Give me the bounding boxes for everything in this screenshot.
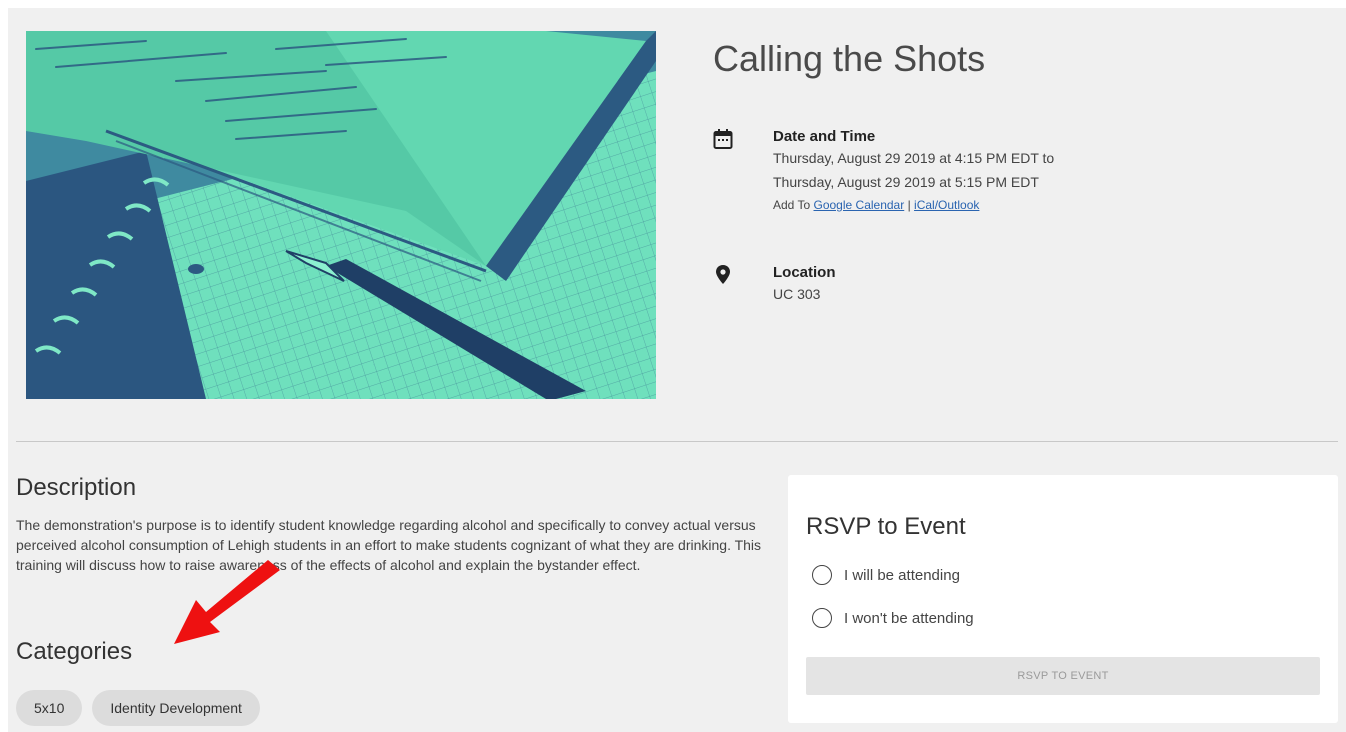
location-heading: Location bbox=[773, 264, 836, 281]
description-text: The demonstration's purpose is to identi… bbox=[16, 517, 762, 573]
categories-heading: Categories bbox=[16, 638, 133, 665]
rsvp-title: RSVP to Event bbox=[806, 513, 966, 540]
google-calendar-link[interactable]: Google Calendar bbox=[814, 198, 905, 212]
location-body: Location UC 303 bbox=[773, 264, 1273, 306]
category-tag-5x10[interactable]: 5x10 bbox=[16, 690, 83, 726]
event-cover-image bbox=[26, 31, 656, 399]
section-divider bbox=[16, 441, 1338, 442]
category-tag-identity-development[interactable]: Identity Development bbox=[92, 690, 260, 726]
notebook-illustration bbox=[26, 31, 656, 399]
rsvp-card: RSVP to Event I will be attending I won'… bbox=[788, 475, 1338, 723]
rsvp-option-attending[interactable]: I will be attending bbox=[812, 565, 960, 585]
attending-label: I will be attending bbox=[844, 566, 960, 584]
rsvp-submit-button[interactable]: RSVP TO EVENT bbox=[806, 657, 1320, 695]
add-to-label: Add To bbox=[773, 198, 811, 212]
add-to-calendar: Add To Google Calendar | iCal/Outlook bbox=[773, 198, 1273, 212]
ical-outlook-link[interactable]: iCal/Outlook bbox=[914, 198, 979, 212]
map-pin-icon bbox=[716, 265, 730, 284]
not-attending-label: I won't be attending bbox=[844, 609, 974, 627]
event-page: Calling the Shots Date and Time Thursday… bbox=[8, 8, 1346, 732]
end-time: Thursday, August 29 2019 at 5:15 PM EDT bbox=[773, 174, 1039, 190]
red-arrow-annotation bbox=[174, 560, 280, 644]
description-heading: Description bbox=[16, 474, 137, 501]
rsvp-option-not-attending[interactable]: I won't be attending bbox=[812, 608, 974, 628]
calendar-icon bbox=[713, 129, 733, 149]
location-value: UC 303 bbox=[773, 286, 821, 302]
not-attending-radio[interactable] bbox=[812, 608, 832, 628]
link-separator: | bbox=[907, 198, 911, 212]
start-time: Thursday, August 29 2019 at 4:15 PM EDT … bbox=[773, 150, 1055, 166]
category-list: 5x10 Identity Development bbox=[16, 690, 260, 726]
event-title: Calling the Shots bbox=[713, 38, 986, 79]
date-time-body: Date and Time Thursday, August 29 2019 a… bbox=[773, 128, 1273, 212]
date-time-heading: Date and Time bbox=[773, 128, 876, 145]
attending-radio[interactable] bbox=[812, 565, 832, 585]
